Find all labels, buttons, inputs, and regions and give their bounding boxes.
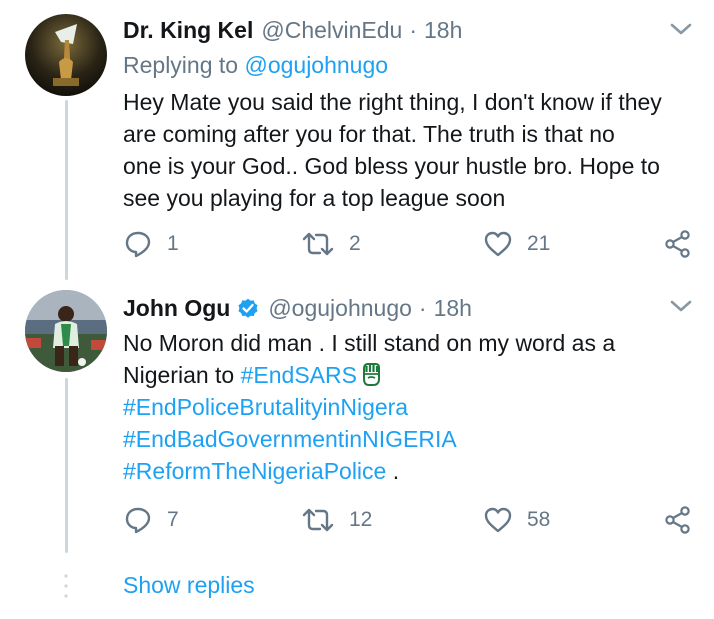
avatar[interactable] — [25, 290, 107, 372]
reply-button[interactable]: 1 — [123, 228, 179, 260]
show-replies-link[interactable]: Show replies — [123, 570, 255, 600]
like-count: 21 — [527, 232, 551, 255]
verified-icon — [238, 298, 258, 318]
timestamp[interactable]: 18h — [424, 15, 462, 45]
reply-icon — [125, 231, 151, 258]
retweet-button[interactable]: 2 — [301, 228, 361, 260]
timestamp[interactable]: 18h — [434, 293, 472, 323]
like-count: 58 — [527, 508, 551, 531]
avatar[interactable] — [25, 14, 107, 96]
retweet-count: 2 — [349, 232, 361, 255]
reply-button[interactable]: 7 — [123, 504, 179, 536]
tweet-text-segment: . — [386, 458, 400, 484]
tweet-actions: 1 2 21 — [123, 228, 698, 260]
retweet-button[interactable]: 12 — [301, 504, 372, 536]
avatar-image — [25, 14, 107, 96]
tweet-text: No Moron did man . I still stand on my w… — [123, 327, 615, 487]
replying-mention[interactable]: @ogujohnugo — [244, 52, 388, 78]
like-icon — [484, 231, 512, 257]
replying-to: Replying to @ogujohnugo — [123, 50, 388, 80]
retweet-icon — [302, 508, 334, 532]
more-replies-dots — [64, 574, 68, 598]
retweet-icon — [302, 232, 334, 256]
user-handle[interactable]: @ogujohnugo — [268, 293, 412, 323]
tweet-text-line: Hey Mate you said the right thing, I don… — [123, 89, 662, 115]
tweet-text-line: Nigerian to #EndSARS — [123, 359, 615, 391]
share-icon — [665, 506, 690, 534]
display-name[interactable]: Dr. King Kel — [123, 15, 253, 45]
reply-count: 1 — [167, 232, 179, 255]
reply-icon — [125, 507, 151, 534]
separator-dot: · — [418, 295, 427, 321]
chevron-down-icon[interactable] — [668, 297, 694, 315]
tweet-actions: 7 12 58 — [123, 504, 698, 536]
thread-line — [65, 378, 68, 553]
chevron-down-icon[interactable] — [668, 20, 694, 38]
retweet-count: 12 — [349, 508, 373, 531]
share-icon — [665, 230, 690, 258]
hashtag-link[interactable]: #EndBadGovernmentinNIGERIA — [123, 426, 457, 452]
tweet-header: John Ogu @ogujohnugo · 18h — [123, 293, 472, 323]
tweet-text-line: see you playing for a top league soon — [123, 185, 506, 211]
avatar-image — [25, 290, 107, 372]
thread-line — [65, 100, 68, 280]
hashtag-link[interactable]: #ReformTheNigeriaPolice — [123, 458, 386, 484]
tweet-text-line: one is your God.. God bless your hustle … — [123, 153, 660, 179]
tweet-text-segment: Nigerian to — [123, 362, 241, 388]
tweet-text-line: #ReformTheNigeriaPolice . — [123, 455, 615, 487]
like-button[interactable]: 21 — [483, 228, 550, 260]
share-button[interactable] — [663, 504, 693, 536]
tweet-text-line: #EndBadGovernmentinNIGERIA — [123, 423, 615, 455]
display-name[interactable]: John Ogu — [123, 293, 230, 323]
tweet-text-line: #EndPoliceBrutalityinNigera — [123, 391, 615, 423]
hashtag-link[interactable]: #EndPoliceBrutalityinNigera — [123, 394, 408, 420]
share-button[interactable] — [663, 228, 693, 260]
tweet-text: Hey Mate you said the right thing, I don… — [123, 86, 662, 214]
hashtag-link[interactable]: #EndSARS — [241, 362, 357, 388]
tweet-text-line: are coming after you for that. The truth… — [123, 121, 615, 147]
separator-dot: · — [409, 17, 418, 43]
tweet-text-line: No Moron did man . I still stand on my w… — [123, 330, 616, 356]
user-handle[interactable]: @ChelvinEdu — [261, 15, 402, 45]
tweet-header: Dr. King Kel @ChelvinEdu · 18h — [123, 15, 462, 45]
replying-label: Replying to — [123, 52, 239, 78]
like-button[interactable]: 58 — [483, 504, 550, 536]
raised-fist-emoji — [362, 363, 380, 386]
like-icon — [484, 507, 512, 533]
reply-count: 7 — [167, 508, 179, 531]
